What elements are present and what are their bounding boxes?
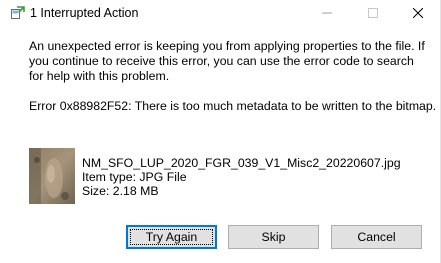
title-bar: 1 Interrupted Action bbox=[0, 0, 441, 27]
skip-button[interactable]: Skip bbox=[228, 225, 319, 249]
file-thumbnail bbox=[29, 148, 75, 204]
cancel-button[interactable]: Cancel bbox=[331, 225, 422, 249]
file-transfer-icon bbox=[11, 6, 25, 20]
focus-rectangle bbox=[130, 229, 213, 245]
file-size: Size: 2.18 MB bbox=[82, 184, 159, 198]
window-title: 1 Interrupted Action bbox=[30, 6, 139, 20]
minimize-icon bbox=[322, 5, 332, 23]
file-name: NM_SFO_LUP_2020_FGR_039_V1_Misc2_2022060… bbox=[82, 156, 401, 170]
maximize-icon bbox=[368, 5, 378, 23]
maximize-button[interactable] bbox=[350, 0, 396, 27]
try-again-button[interactable]: Try Again bbox=[126, 225, 217, 249]
cancel-label: Cancel bbox=[357, 230, 396, 244]
file-details: NM_SFO_LUP_2020_FGR_039_V1_Misc2_2022060… bbox=[82, 156, 401, 198]
error-code: Error 0x88982F52: There is too much meta… bbox=[29, 99, 437, 113]
close-button[interactable] bbox=[395, 0, 441, 27]
skip-label: Skip bbox=[261, 230, 286, 244]
file-type: Item type: JPG File bbox=[82, 170, 187, 184]
close-icon bbox=[412, 5, 424, 23]
interrupted-action-dialog: 1 Interrupted Action An unexpected error… bbox=[0, 0, 441, 263]
minimize-button[interactable] bbox=[304, 0, 350, 27]
error-message: An unexpected error is keeping you from … bbox=[29, 39, 425, 83]
